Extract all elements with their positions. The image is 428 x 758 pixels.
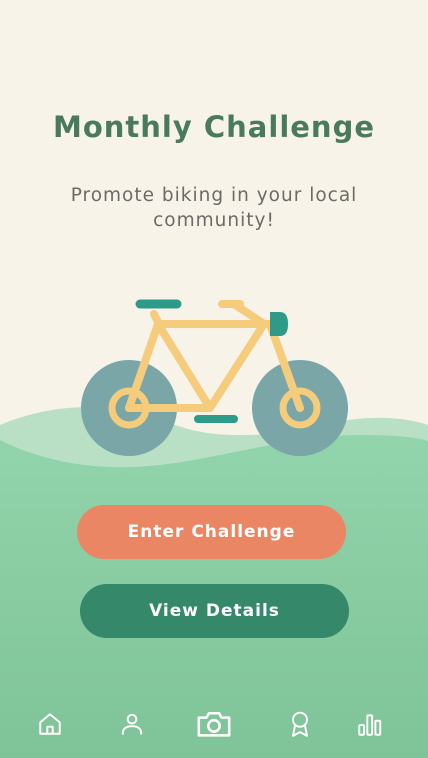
challenge-screen: Monthly Challenge Promote biking in your…: [0, 0, 428, 758]
tab-stats[interactable]: [346, 698, 394, 750]
profile-icon: [121, 713, 143, 735]
tab-awards[interactable]: [276, 698, 324, 750]
camera-icon: [197, 711, 231, 737]
enter-challenge-button[interactable]: Enter Challenge: [77, 505, 346, 559]
tab-camera[interactable]: [190, 698, 238, 750]
bike-handlebar: [270, 312, 288, 336]
view-details-button[interactable]: View Details: [80, 584, 349, 638]
bottom-tab-bar: [0, 698, 428, 750]
home-icon: [39, 713, 61, 735]
tab-home[interactable]: [26, 698, 74, 750]
page-title: Monthly Challenge: [53, 110, 375, 144]
tab-profile[interactable]: [108, 698, 156, 750]
page-subtitle: Promote biking in your local community!: [70, 185, 358, 231]
stats-icon: [358, 714, 382, 736]
award-icon: [292, 711, 308, 737]
bicycle-illustration: [81, 299, 348, 456]
